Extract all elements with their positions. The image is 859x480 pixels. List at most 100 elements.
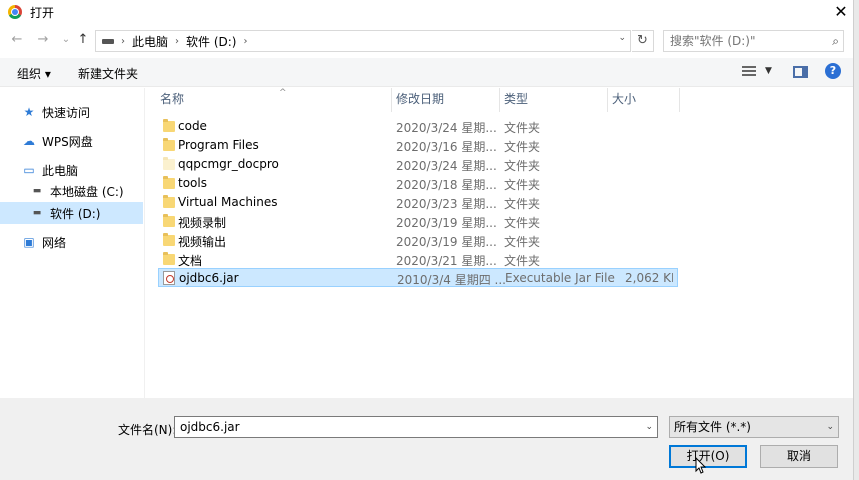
- file-type: 文件夹: [504, 121, 541, 135]
- column-header-date[interactable]: 修改日期: [392, 88, 500, 112]
- breadcrumb-drive-d[interactable]: 软件 (D:): [186, 33, 236, 50]
- file-type: Executable Jar File: [505, 271, 615, 285]
- address-bar[interactable]: › 此电脑 › 软件 (D:) › ⌄: [95, 30, 631, 52]
- window-title: 打开: [30, 5, 55, 20]
- file-type: 文件夹: [504, 159, 541, 173]
- filename-label: 文件名(N):: [118, 423, 177, 437]
- address-dropdown-icon[interactable]: ⌄: [618, 33, 626, 43]
- folder-icon: [163, 176, 175, 189]
- forward-arrow-icon[interactable]: →: [35, 31, 51, 49]
- column-header-size[interactable]: 大小: [608, 88, 680, 112]
- cancel-button[interactable]: 取消: [760, 445, 838, 468]
- folder-icon: [163, 214, 175, 227]
- file-type: 文件夹: [504, 140, 541, 154]
- column-header-name[interactable]: 名称 ^: [156, 88, 392, 112]
- new-folder-button[interactable]: 新建文件夹: [78, 65, 138, 82]
- sidebar-item-label: 本地磁盘 (C:): [50, 184, 124, 199]
- column-header-label: 名称: [160, 92, 185, 106]
- dialog-footer: 文件名(N): ojdbc6.jar ⌄ 所有文件 (*.*) ⌄ 打开(O) …: [0, 398, 853, 480]
- file-row[interactable]: Program Files 2020/3/16 星期... 文件夹: [158, 136, 678, 155]
- change-view-icon[interactable]: [742, 64, 758, 78]
- sidebar-item-label: 软件 (D:): [50, 206, 101, 221]
- file-type: 文件夹: [504, 254, 541, 268]
- sidebar-item-software-d[interactable]: ▬ 软件 (D:): [0, 202, 143, 224]
- mouse-cursor-icon: [695, 457, 707, 474]
- file-name: code: [178, 119, 207, 133]
- file-row[interactable]: 文档 2020/3/21 星期... 文件夹: [158, 250, 678, 269]
- folder-icon: [163, 119, 175, 132]
- search-input[interactable]: [670, 34, 820, 48]
- search-icon[interactable]: ⌕: [832, 31, 839, 51]
- cloud-icon: ☁: [23, 134, 35, 148]
- file-row[interactable]: tools 2020/3/18 星期... 文件夹: [158, 174, 678, 193]
- breadcrumb-separator-icon[interactable]: ›: [243, 36, 247, 47]
- sidebar-item-label: 此电脑: [42, 163, 79, 178]
- file-name: 文档: [178, 254, 203, 268]
- file-date: 2020/3/19 星期...: [396, 235, 497, 249]
- file-name: ojdbc6.jar: [179, 271, 239, 285]
- drive-icon: ▬: [32, 208, 42, 218]
- java-jar-icon: [163, 271, 175, 285]
- preview-pane-icon[interactable]: [793, 66, 808, 78]
- view-options-dropdown-icon[interactable]: ▼: [765, 66, 772, 76]
- organize-button[interactable]: 组织 ▾: [17, 65, 51, 82]
- breadcrumb-separator-icon[interactable]: ›: [121, 36, 125, 47]
- file-row[interactable]: 视频录制 2020/3/19 星期... 文件夹: [158, 212, 678, 231]
- file-type: 文件夹: [504, 197, 541, 211]
- sidebar-item-label: 网络: [42, 235, 67, 250]
- breadcrumb-this-pc[interactable]: 此电脑: [132, 33, 168, 50]
- help-icon[interactable]: ?: [825, 63, 841, 79]
- file-list: 名称 ^ 修改日期 类型 大小 code 2020/3/24 星期... 文件夹…: [146, 88, 853, 398]
- network-icon: ▣: [23, 235, 35, 249]
- file-date: 2010/3/4 星期四 ...: [397, 273, 506, 287]
- drive-icon: [102, 38, 114, 44]
- file-row[interactable]: code 2020/3/24 星期... 文件夹: [158, 117, 678, 136]
- file-name: Virtual Machines: [178, 195, 278, 209]
- filename-input[interactable]: ojdbc6.jar ⌄: [174, 416, 658, 438]
- file-date: 2020/3/21 星期...: [396, 254, 497, 268]
- file-name: qqpcmgr_docpro: [178, 157, 279, 171]
- file-date: 2020/3/24 星期...: [396, 159, 497, 173]
- up-arrow-icon[interactable]: ↑: [75, 31, 91, 49]
- file-name: 视频输出: [178, 235, 227, 249]
- breadcrumb-separator-icon[interactable]: ›: [175, 36, 179, 47]
- search-box[interactable]: ⌕: [663, 30, 844, 52]
- recent-locations-dropdown-icon[interactable]: ⌄: [58, 31, 74, 49]
- file-type: 文件夹: [504, 178, 541, 192]
- background-window-edge: [853, 0, 859, 480]
- file-date: 2020/3/16 星期...: [396, 140, 497, 154]
- file-row[interactable]: 视频输出 2020/3/19 星期... 文件夹: [158, 231, 678, 250]
- title-bar: 打开 ✕: [0, 0, 859, 24]
- back-arrow-icon[interactable]: ←: [9, 31, 25, 49]
- file-name: Program Files: [178, 138, 259, 152]
- file-date: 2020/3/18 星期...: [396, 178, 497, 192]
- folder-icon: [163, 233, 175, 246]
- sidebar-item-network[interactable]: ▣ 网络: [0, 231, 143, 253]
- file-date: 2020/3/24 星期...: [396, 121, 497, 135]
- sidebar-item-wps-cloud[interactable]: ☁ WPS网盘: [0, 130, 143, 152]
- file-row[interactable]: qqpcmgr_docpro 2020/3/24 星期... 文件夹: [158, 155, 678, 174]
- chevron-down-icon[interactable]: ⌄: [826, 417, 834, 437]
- file-type-filter-select[interactable]: 所有文件 (*.*) ⌄: [669, 416, 839, 438]
- command-toolbar: 组织 ▾ 新建文件夹 ▼ ?: [0, 58, 853, 87]
- column-header-type[interactable]: 类型: [500, 88, 608, 112]
- navigation-bar: ← → ⌄ ↑ › 此电脑 › 软件 (D:) › ⌄ ↻ ⌕: [0, 28, 859, 54]
- sidebar-item-label: WPS网盘: [42, 134, 93, 149]
- chrome-icon: [8, 5, 22, 19]
- sidebar-item-quick-access[interactable]: ★ 快速访问: [0, 101, 143, 123]
- file-type: 文件夹: [504, 235, 541, 249]
- refresh-icon[interactable]: ↻: [632, 30, 654, 52]
- file-date: 2020/3/23 星期...: [396, 197, 497, 211]
- chevron-down-icon[interactable]: ⌄: [645, 417, 653, 437]
- file-row-selected[interactable]: ojdbc6.jar 2010/3/4 星期四 ... Executable J…: [158, 268, 678, 287]
- sidebar-item-local-disk-c[interactable]: ▬ 本地磁盘 (C:): [0, 180, 143, 202]
- file-name: tools: [178, 176, 207, 190]
- file-size: 2,062 KB: [625, 271, 673, 285]
- star-icon: ★: [23, 105, 35, 119]
- file-row[interactable]: Virtual Machines 2020/3/23 星期... 文件夹: [158, 193, 678, 212]
- drive-icon: ▬: [32, 186, 42, 196]
- sidebar-item-this-pc[interactable]: ▭ 此电脑: [0, 159, 143, 181]
- computer-icon: ▭: [23, 163, 35, 177]
- close-button[interactable]: ✕: [829, 2, 853, 22]
- open-button[interactable]: 打开(O): [669, 445, 747, 468]
